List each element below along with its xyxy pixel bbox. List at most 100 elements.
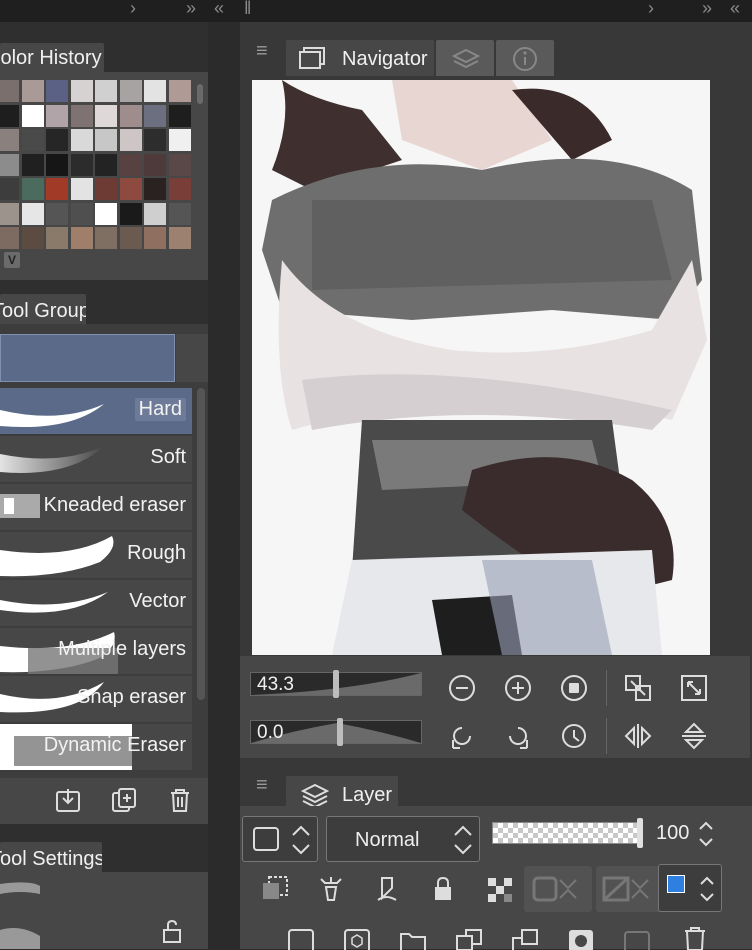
brush-item-snap-eraser[interactable]: Snap eraser	[0, 676, 192, 722]
color-swatch[interactable]	[70, 104, 93, 127]
color-swatch[interactable]	[119, 153, 142, 176]
mask-toggle-button[interactable]	[524, 866, 592, 912]
color-swatch[interactable]	[95, 104, 117, 127]
color-swatch[interactable]	[46, 129, 68, 151]
color-swatch[interactable]	[0, 80, 19, 102]
new-raster-layer-icon[interactable]	[286, 926, 316, 950]
color-swatch[interactable]	[21, 153, 44, 176]
color-swatch[interactable]	[0, 153, 19, 176]
tab-info[interactable]	[496, 40, 554, 76]
opacity-slider-handle[interactable]	[637, 818, 643, 848]
color-swatch[interactable]	[168, 153, 191, 176]
color-swatch[interactable]	[21, 104, 44, 127]
import-icon[interactable]	[54, 786, 82, 814]
color-swatch[interactable]	[70, 80, 93, 102]
version-badge[interactable]: V	[4, 252, 20, 268]
tab-color-history[interactable]: Color History	[0, 43, 104, 73]
new-3d-layer-icon[interactable]	[342, 926, 372, 950]
color-swatch[interactable]	[168, 104, 191, 127]
double-chevron-right-icon[interactable]: »	[702, 0, 712, 19]
color-swatch[interactable]	[0, 104, 19, 127]
color-swatch[interactable]	[21, 129, 44, 151]
color-swatch[interactable]	[46, 104, 68, 127]
color-swatch[interactable]	[21, 227, 44, 249]
color-swatch[interactable]	[0, 129, 19, 151]
color-swatch[interactable]	[70, 227, 93, 249]
tab-tool-settings[interactable]: Tool Settings	[0, 842, 102, 874]
color-swatch[interactable]	[168, 178, 191, 200]
zoom-slider-handle[interactable]	[333, 670, 339, 698]
color-swatch[interactable]	[168, 202, 191, 225]
tab-tool-group[interactable]: Tool Group	[0, 294, 86, 326]
color-swatch[interactable]	[144, 104, 166, 127]
color-swatch[interactable]	[95, 129, 117, 151]
color-swatch[interactable]	[144, 202, 166, 225]
color-swatch[interactable]	[144, 129, 166, 151]
rotation-slider-handle[interactable]	[337, 718, 343, 746]
chevron-right-icon[interactable]: ›	[648, 0, 654, 19]
zoom-in-icon[interactable]	[504, 674, 532, 702]
unlock-icon[interactable]	[160, 918, 186, 944]
lock-icon[interactable]	[428, 874, 458, 904]
fit-window-icon[interactable]	[624, 674, 652, 702]
trash-icon[interactable]	[680, 924, 710, 950]
apply-mask-icon[interactable]	[622, 926, 652, 950]
color-swatch[interactable]	[0, 202, 19, 225]
draft-layer-icon[interactable]	[372, 874, 402, 904]
color-swatch[interactable]	[168, 129, 191, 151]
color-swatch[interactable]	[21, 202, 44, 225]
tab-sub-view[interactable]	[436, 40, 494, 76]
color-swatch[interactable]	[46, 178, 68, 200]
color-swatch[interactable]	[95, 178, 117, 200]
color-swatch[interactable]	[168, 80, 191, 102]
color-swatch[interactable]	[21, 80, 44, 102]
color-swatch[interactable]	[70, 178, 93, 200]
tab-navigator[interactable]: Navigator	[286, 40, 434, 76]
color-swatch[interactable]	[119, 227, 142, 249]
color-swatch[interactable]	[95, 202, 117, 225]
new-folder-icon[interactable]	[398, 926, 428, 950]
flip-horizontal-icon[interactable]	[624, 722, 652, 750]
color-swatch[interactable]	[70, 202, 93, 225]
zoom-slider[interactable]: 43.3	[250, 670, 422, 698]
color-swatch[interactable]	[119, 129, 142, 151]
brush-item-kneaded-eraser[interactable]: Kneaded eraser	[0, 484, 192, 530]
rotate-right-icon[interactable]	[504, 722, 532, 750]
stop-icon[interactable]	[560, 674, 588, 702]
color-swatch[interactable]	[119, 104, 142, 127]
double-chevron-left-icon[interactable]: «	[214, 0, 224, 19]
color-swatch[interactable]	[144, 153, 166, 176]
lock-transparency-icon[interactable]	[484, 874, 514, 904]
rotate-left-icon[interactable]	[448, 722, 476, 750]
opacity-slider[interactable]	[492, 818, 643, 848]
opacity-stepper-icon[interactable]	[696, 818, 716, 850]
color-swatch[interactable]	[70, 153, 93, 176]
color-swatch[interactable]	[46, 202, 68, 225]
brush-item-vector[interactable]: Vector	[0, 580, 192, 626]
flip-vertical-icon[interactable]	[680, 722, 708, 750]
color-swatch[interactable]	[168, 227, 191, 249]
brush-item-multiple-layers[interactable]: Multiple layers	[0, 628, 192, 674]
transfer-down-icon[interactable]	[454, 926, 484, 950]
duplicate-icon[interactable]	[110, 786, 138, 814]
brush-item-rough[interactable]: Rough	[0, 532, 192, 578]
color-swatch[interactable]	[144, 227, 166, 249]
layer-mask-icon[interactable]	[566, 926, 596, 950]
zoom-out-icon[interactable]	[448, 674, 476, 702]
double-chevron-left-icon[interactable]: «	[730, 0, 740, 19]
color-swatch[interactable]	[144, 178, 166, 200]
color-swatch[interactable]	[95, 80, 117, 102]
color-swatch[interactable]	[46, 80, 68, 102]
color-swatch[interactable]	[0, 227, 19, 249]
blend-mode-select[interactable]: Normal	[326, 816, 480, 862]
menu-icon[interactable]: ≡	[256, 774, 268, 797]
brush-item-soft[interactable]: Soft	[0, 436, 192, 482]
rotation-slider[interactable]: 0.0	[250, 718, 422, 746]
reference-layer-icon[interactable]	[316, 874, 346, 904]
color-swatch[interactable]	[46, 227, 68, 249]
color-swatch[interactable]	[119, 178, 142, 200]
color-swatch[interactable]	[21, 178, 44, 200]
chevron-right-icon[interactable]: ›	[130, 0, 136, 19]
double-chevron-right-icon[interactable]: »	[186, 0, 196, 19]
color-swatch[interactable]	[119, 80, 142, 102]
